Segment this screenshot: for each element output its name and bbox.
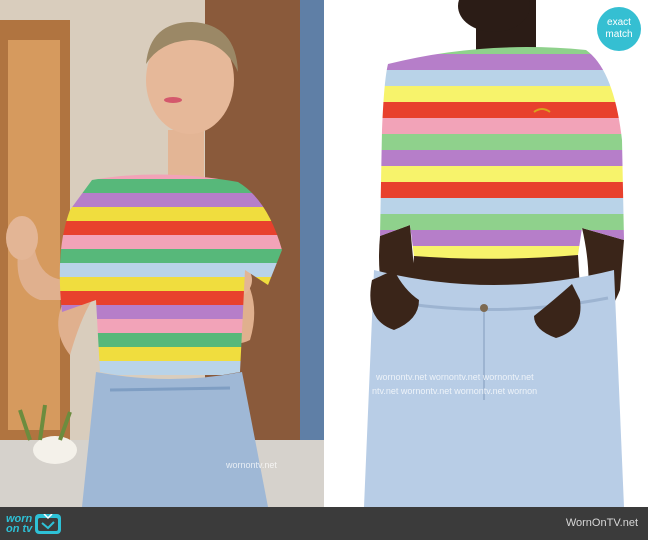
watermark-left: wornontv.net (226, 460, 277, 470)
watermark-row-1: wornontv.net wornontv.net wornontv.net (376, 372, 534, 382)
tv-icon (35, 513, 62, 534)
site-name[interactable]: WornOnTV.net (566, 517, 638, 529)
footer-bar: worn on tv WornOnTV.net (0, 507, 648, 540)
product-illustration (364, 0, 624, 507)
watermark-row-2: ntv.net wornontv.net wornontv.net wornon (372, 386, 538, 396)
badge-line-1: exact (607, 17, 631, 28)
product-photo: wornontv.net wornontv.net wornontv.net n… (324, 0, 648, 507)
logo-text-bottom: on tv (6, 523, 33, 535)
tv-still-photo: wornontv.net (0, 0, 324, 507)
badge-line-2: match (605, 29, 633, 40)
tv-still-illustration (0, 0, 324, 507)
worn-on-tv-logo[interactable]: worn on tv (6, 513, 62, 535)
exact-match-badge: exact match (597, 7, 641, 51)
